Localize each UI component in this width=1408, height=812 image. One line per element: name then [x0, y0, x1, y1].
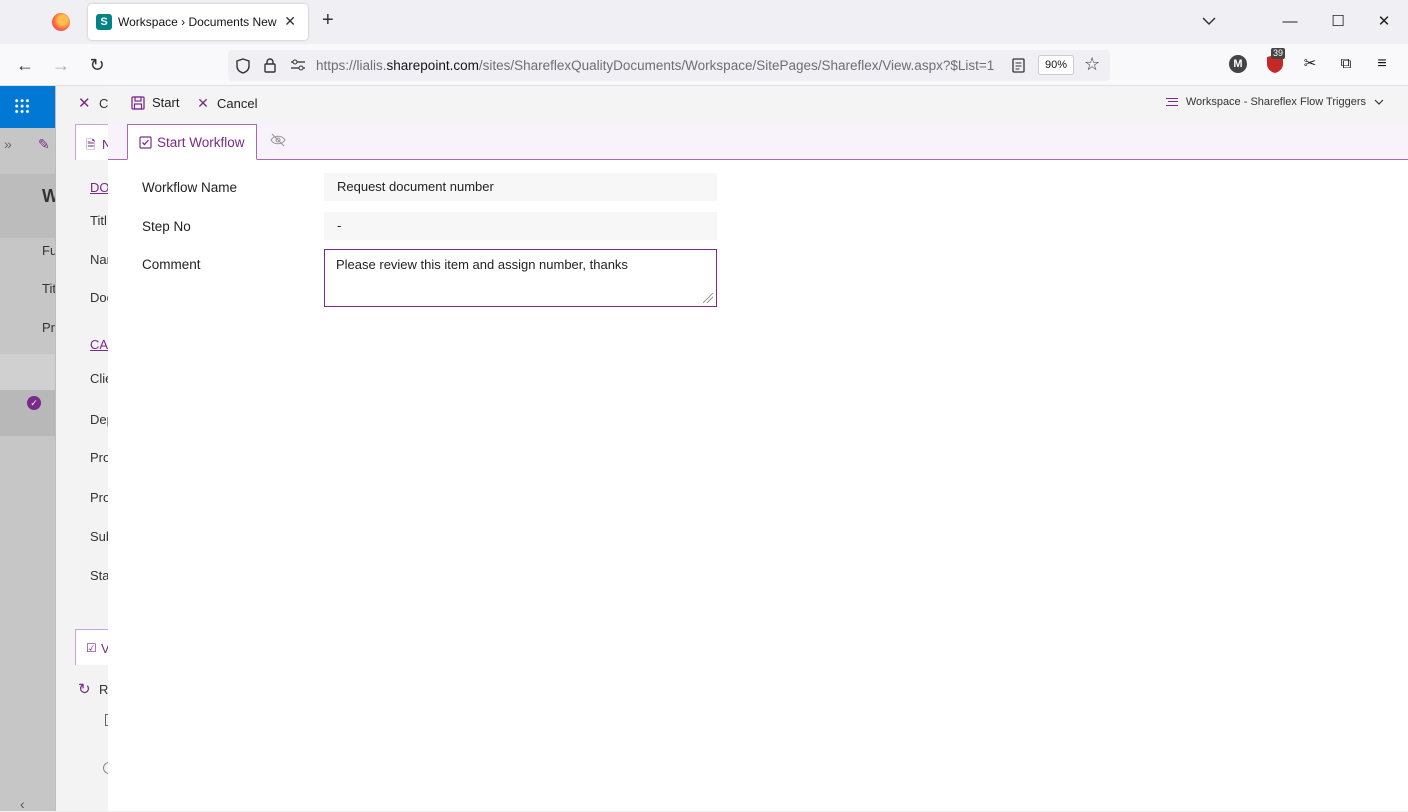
view-selector[interactable]: Workspace - Shareflex Flow Triggers — [1165, 96, 1384, 108]
chevron-down-icon[interactable] — [1200, 12, 1218, 30]
chevron-down-icon — [1374, 99, 1384, 105]
background-field-label: Dep — [90, 412, 108, 427]
extensions-puzzle-icon[interactable]: ⧉ — [1336, 54, 1356, 74]
maximize-icon[interactable]: ☐ — [1324, 8, 1352, 36]
back-icon[interactable]: ← — [14, 54, 36, 76]
bookmark-star-icon[interactable]: ☆ — [1084, 54, 1100, 75]
reader-view-icon[interactable] — [1012, 58, 1025, 73]
background-field-label: Clie — [90, 371, 108, 386]
new-tab-icon[interactable]: + — [322, 9, 334, 32]
tab-start-workflow[interactable]: Start Workflow — [127, 124, 257, 160]
background-field-label: Titl — [90, 213, 107, 228]
background-section-link[interactable]: DO — [90, 180, 108, 195]
zoom-indicator[interactable]: 90% — [1038, 55, 1074, 75]
start-button[interactable]: Start — [131, 95, 179, 110]
background-field-label: Doc — [90, 290, 108, 305]
background-refresh-label: R — [99, 682, 108, 697]
step-no-label: Step No — [142, 219, 191, 234]
list-icon — [1165, 98, 1178, 106]
edit-icon[interactable]: ✎ — [38, 136, 50, 153]
comment-label: Comment — [142, 257, 201, 272]
start-workflow-panel: Start ✕ Cancel Workspace - Shareflex Flo… — [108, 86, 1408, 811]
background-tab-label: V — [101, 641, 108, 656]
background-field-label: Nar — [90, 252, 108, 267]
close-window-icon[interactable]: ✕ — [1370, 8, 1398, 36]
background-section-link[interactable]: CA — [90, 337, 108, 352]
shield-icon[interactable] — [236, 58, 250, 74]
close-tab-icon[interactable]: ✕ — [284, 13, 296, 30]
browser-navbar: ← → ↻ https://lialis.sharepoint.com/site… — [0, 44, 1408, 86]
close-icon: ✕ — [197, 95, 209, 111]
firefox-logo-icon[interactable] — [52, 13, 70, 31]
extension-icon[interactable]: ✂ — [1300, 54, 1320, 74]
extension-badge: 39 — [1271, 48, 1286, 59]
comment-textarea[interactable]: Please review this item and assign numbe… — [324, 249, 717, 307]
checkbox-icon: ☑ — [86, 641, 97, 655]
refresh-icon[interactable]: ↻ — [78, 680, 91, 698]
scroll-left-icon[interactable]: ‹ — [20, 796, 25, 812]
menu-icon[interactable]: ≡ — [1372, 54, 1392, 74]
step-no-field: - — [324, 212, 717, 240]
sharepoint-favicon-icon: S — [96, 14, 112, 30]
workflow-name-label: Workflow Name — [142, 180, 238, 195]
close-icon[interactable]: ✕ — [78, 94, 91, 112]
url-text: https://lialis.sharepoint.com/sites/Shar… — [316, 58, 995, 73]
tab-start-workflow-label: Start Workflow — [157, 134, 245, 150]
resize-handle-icon[interactable] — [703, 293, 713, 303]
sharepoint-appbar — [0, 86, 55, 128]
background-left-area: » ✎ W Fu Tit Pr ✓ ‹ — [0, 128, 59, 812]
background-form-panel: ✕ C 🗎 N DO Titl Nar Doc CA Clie Dep Pro … — [55, 86, 108, 811]
permissions-icon[interactable] — [290, 59, 306, 71]
profile-avatar[interactable]: M — [1229, 55, 1247, 73]
document-icon: 🗎 — [86, 138, 96, 152]
view-selector-label: Workspace - Shareflex Flow Triggers — [1185, 96, 1366, 108]
background-field-label: Sta — [90, 568, 108, 583]
address-bar[interactable]: https://lialis.sharepoint.com/sites/Shar… — [228, 50, 1110, 81]
background-field-label: Sub — [90, 529, 108, 544]
cancel-button-label: Cancel — [217, 96, 258, 111]
hide-eye-icon[interactable] — [270, 133, 286, 147]
background-field-label: Pro — [90, 450, 108, 465]
expand-nav-icon[interactable]: » — [4, 136, 12, 152]
command-bar: Start ✕ Cancel Workspace - Shareflex Flo… — [108, 86, 1408, 122]
background-field-label: Pro — [90, 490, 108, 505]
reload-icon[interactable]: ↻ — [86, 54, 108, 76]
panel-tabstrip: Start Workflow — [108, 122, 1408, 160]
background-command-label: C — [99, 96, 108, 111]
start-button-label: Start — [152, 95, 180, 110]
minimize-icon[interactable]: — — [1276, 8, 1304, 36]
browser-tabbar: S Workspace › Documents New ✕ + — ☐ ✕ — [0, 0, 1408, 44]
background-label: Tit — [42, 281, 56, 296]
browser-tab[interactable]: S Workspace › Documents New ✕ — [88, 4, 308, 40]
app-launcher-icon[interactable] — [14, 98, 30, 114]
save-icon — [131, 95, 145, 110]
checkmark-icon: ✓ — [27, 396, 41, 410]
lock-icon[interactable] — [264, 57, 276, 73]
tab-title: Workspace › Documents New — [118, 15, 277, 29]
ublock-extension-icon[interactable]: 39 — [1265, 48, 1286, 74]
cancel-button[interactable]: ✕ Cancel — [196, 95, 257, 112]
checkbox-icon — [139, 135, 152, 149]
forward-icon[interactable]: → — [50, 54, 72, 76]
background-label: Pr — [42, 320, 55, 335]
workflow-name-field: Request document number — [324, 173, 717, 201]
